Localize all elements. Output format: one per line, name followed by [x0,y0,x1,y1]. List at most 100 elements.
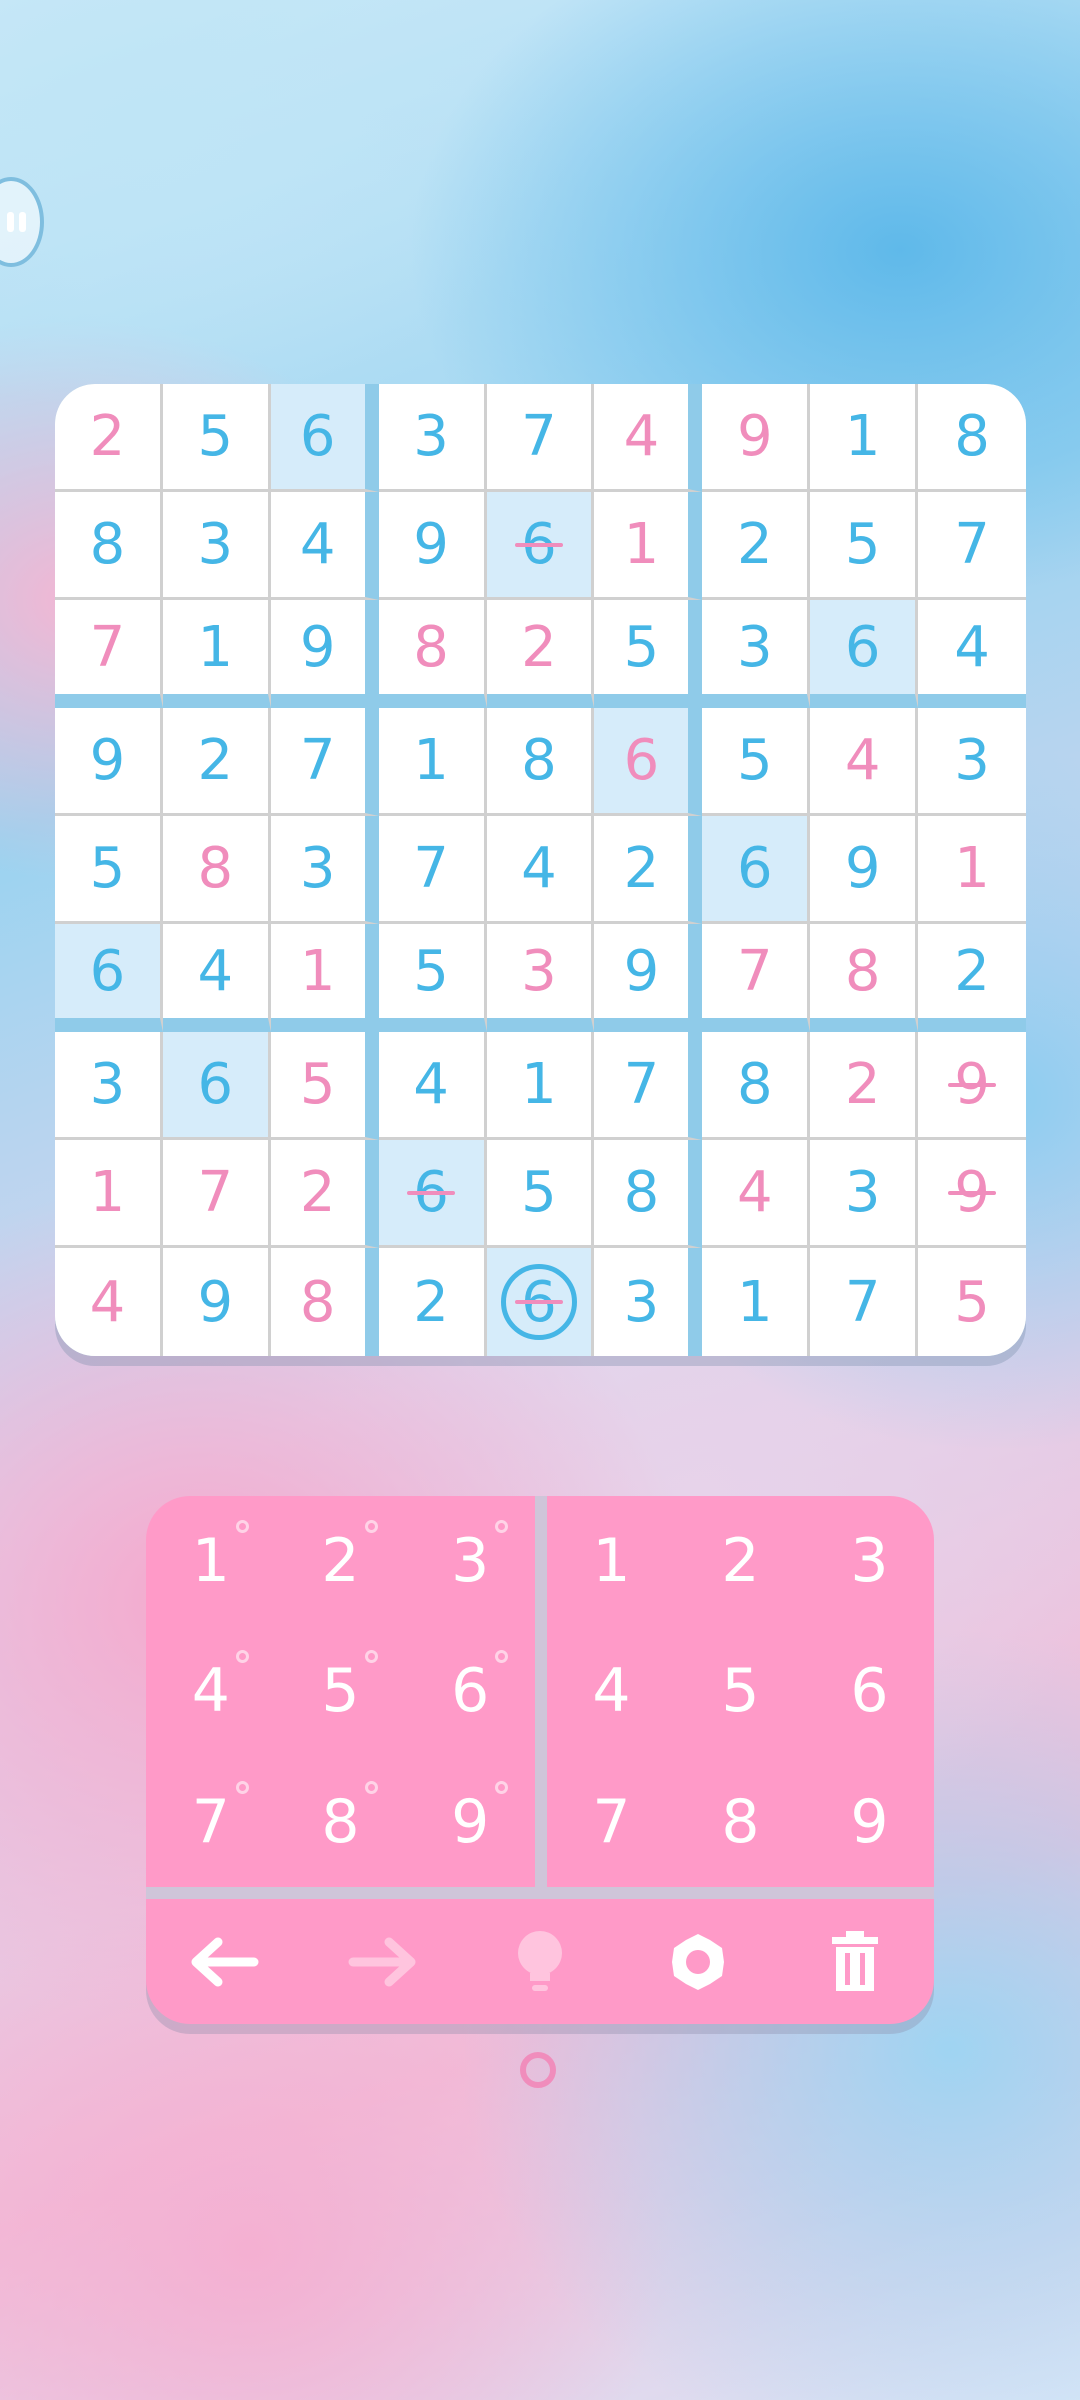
note-key[interactable]: 7 [146,1757,276,1887]
sudoku-cell[interactable]: 7 [270,708,379,816]
sudoku-cell[interactable]: 8 [810,924,919,1032]
sudoku-cell[interactable]: 2 [55,384,163,492]
note-key[interactable]: 2 [276,1496,406,1626]
number-key[interactable]: 6 [805,1626,934,1756]
sudoku-cell[interactable]: 8 [702,1032,811,1140]
sudoku-cell[interactable]: 7 [594,1032,703,1140]
sudoku-cell[interactable]: 8 [486,708,595,816]
number-key[interactable]: 2 [676,1496,805,1626]
sudoku-cell[interactable]: 4 [270,492,379,600]
sudoku-cell[interactable]: 2 [162,708,271,816]
sudoku-cell[interactable]: 7 [162,1140,271,1248]
sudoku-cell[interactable]: 2 [270,1140,379,1248]
sudoku-cell[interactable]: 6 [810,600,919,708]
number-key[interactable]: 9 [805,1757,934,1887]
sudoku-cell[interactable]: 9 [918,1032,1026,1140]
sudoku-cell[interactable]: 8 [378,600,487,708]
drag-handle[interactable] [520,2052,556,2088]
sudoku-cell[interactable]: 1 [270,924,379,1032]
sudoku-cell[interactable]: 9 [270,600,379,708]
number-key[interactable]: 4 [547,1626,676,1756]
delete-button[interactable] [810,1917,900,2007]
note-key[interactable]: 8 [276,1757,406,1887]
sudoku-cell[interactable]: 1 [810,384,919,492]
sudoku-cell[interactable]: 4 [378,1032,487,1140]
sudoku-cell[interactable]: 6 [378,1140,487,1248]
sudoku-cell[interactable]: 6 [162,1032,271,1140]
sudoku-cell[interactable]: 5 [918,1248,1026,1356]
sudoku-cell[interactable]: 4 [918,600,1026,708]
sudoku-cell[interactable]: 8 [162,816,271,924]
sudoku-cell[interactable]: 2 [594,816,703,924]
sudoku-cell[interactable]: 7 [55,600,163,708]
sudoku-cell[interactable]: 5 [378,924,487,1032]
hint-button[interactable] [495,1917,585,2007]
sudoku-cell[interactable]: 5 [486,1140,595,1248]
sudoku-cell[interactable]: 2 [702,492,811,600]
sudoku-cell[interactable]: 6 [702,816,811,924]
settings-button[interactable] [653,1917,743,2007]
sudoku-cell[interactable]: 5 [702,708,811,816]
undo-button[interactable] [180,1917,270,2007]
sudoku-cell[interactable]: 6 [486,1248,595,1356]
sudoku-cell[interactable]: 2 [810,1032,919,1140]
sudoku-cell[interactable]: 6 [55,924,163,1032]
sudoku-cell[interactable]: 2 [486,600,595,708]
sudoku-cell[interactable]: 9 [810,816,919,924]
sudoku-cell[interactable]: 9 [594,924,703,1032]
sudoku-cell[interactable]: 8 [918,384,1026,492]
note-key[interactable]: 3 [405,1496,535,1626]
pause-button[interactable] [0,177,44,267]
number-key[interactable]: 7 [547,1757,676,1887]
sudoku-cell[interactable]: 8 [270,1248,379,1356]
sudoku-cell[interactable]: 5 [162,384,271,492]
sudoku-cell[interactable]: 5 [270,1032,379,1140]
sudoku-cell[interactable]: 1 [702,1248,811,1356]
sudoku-cell[interactable]: 5 [55,816,163,924]
sudoku-cell[interactable]: 6 [594,708,703,816]
sudoku-cell[interactable]: 1 [162,600,271,708]
sudoku-cell[interactable]: 9 [702,384,811,492]
number-key[interactable]: 1 [547,1496,676,1626]
sudoku-cell[interactable]: 1 [486,1032,595,1140]
sudoku-cell[interactable]: 2 [378,1248,487,1356]
sudoku-cell[interactable]: 6 [486,492,595,600]
sudoku-cell[interactable]: 2 [918,924,1026,1032]
sudoku-cell[interactable]: 7 [918,492,1026,600]
sudoku-cell[interactable]: 5 [594,600,703,708]
sudoku-cell[interactable]: 3 [918,708,1026,816]
sudoku-cell[interactable]: 3 [486,924,595,1032]
number-key[interactable]: 3 [805,1496,934,1626]
number-key[interactable]: 5 [676,1626,805,1756]
sudoku-cell[interactable]: 1 [594,492,703,600]
sudoku-cell[interactable]: 4 [486,816,595,924]
sudoku-cell[interactable]: 8 [55,492,163,600]
sudoku-cell[interactable]: 3 [270,816,379,924]
sudoku-cell[interactable]: 4 [162,924,271,1032]
sudoku-cell[interactable]: 3 [162,492,271,600]
sudoku-cell[interactable]: 3 [55,1032,163,1140]
sudoku-cell[interactable]: 4 [55,1248,163,1356]
sudoku-cell[interactable]: 5 [810,492,919,600]
sudoku-cell[interactable]: 1 [918,816,1026,924]
number-key[interactable]: 8 [676,1757,805,1887]
sudoku-cell[interactable]: 3 [378,384,487,492]
note-key[interactable]: 9 [405,1757,535,1887]
sudoku-cell[interactable]: 9 [378,492,487,600]
sudoku-cell[interactable]: 9 [918,1140,1026,1248]
note-key[interactable]: 6 [405,1626,535,1756]
sudoku-cell[interactable]: 9 [55,708,163,816]
sudoku-cell[interactable]: 7 [702,924,811,1032]
sudoku-cell[interactable]: 4 [594,384,703,492]
note-key[interactable]: 5 [276,1626,406,1756]
sudoku-cell[interactable]: 3 [594,1248,703,1356]
sudoku-cell[interactable]: 1 [378,708,487,816]
redo-button[interactable] [337,1917,427,2007]
note-key[interactable]: 4 [146,1626,276,1756]
sudoku-cell[interactable]: 6 [270,384,379,492]
sudoku-cell[interactable]: 7 [378,816,487,924]
sudoku-cell[interactable]: 9 [162,1248,271,1356]
note-key[interactable]: 1 [146,1496,276,1626]
sudoku-cell[interactable]: 3 [702,600,811,708]
sudoku-cell[interactable]: 4 [702,1140,811,1248]
